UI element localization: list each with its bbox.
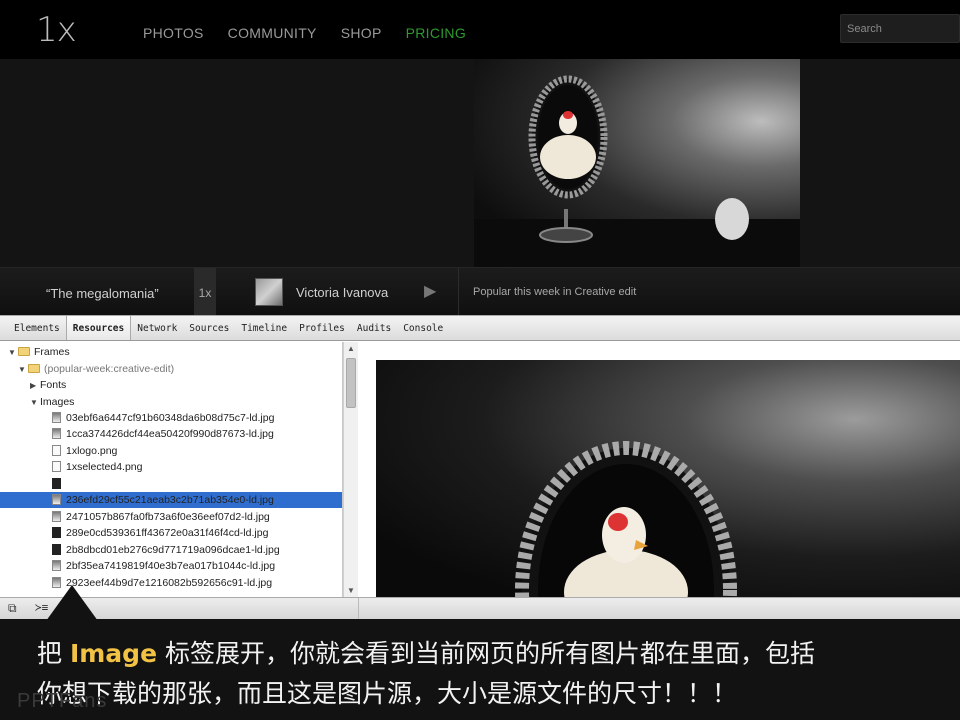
tree-item-label: Frames [34, 346, 70, 358]
tree-item-images[interactable]: ▼ Images [30, 394, 74, 410]
scroll-up-icon[interactable]: ▲ [347, 344, 355, 353]
photo-context[interactable]: Popular this week in Creative edit [473, 286, 636, 298]
image-preview-pane [358, 342, 960, 597]
image-file-icon [52, 560, 61, 571]
image-file-row[interactable]: 03ebf6a6447cf91b60348da6b08d75c7-ld.jpg [52, 410, 274, 426]
dock-toggle-icon[interactable]: ⧉ [8, 601, 17, 616]
file-name: 289e0cd539361ff43672e0a31f46f4cd-ld.jpg [66, 527, 269, 539]
tab-console[interactable]: Console [397, 316, 449, 340]
photo-info-bar: “The megalomania” 1x Victoria Ivanova ▶ … [0, 267, 960, 316]
image-file-icon [52, 445, 61, 456]
tree-item-label: Images [40, 396, 75, 408]
image-file-row[interactable]: 236efd29cf55c21aeab3c2b71ab354e0-ld.jpg [52, 492, 274, 508]
devtools-status-bar: ⧉ ≻≡ [0, 597, 960, 620]
file-name: 2471057b867fa0fb73a6f0e36eef07d2-ld.jpg [66, 511, 270, 523]
image-file-icon [52, 527, 61, 538]
file-name: 236efd29cf55c21aeab3c2b71ab354e0-hd2.jpg [66, 478, 292, 490]
site-header: 1x PHOTOS COMMUNITY SHOP PRICING [0, 0, 960, 59]
file-name: 236efd29cf55c21aeab3c2b71ab354e0-ld.jpg [66, 494, 274, 506]
scroll-down-icon[interactable]: ▼ [347, 586, 355, 595]
image-file-icon [52, 478, 61, 489]
nav-photos[interactable]: PHOTOS [143, 25, 204, 41]
nav-pricing[interactable]: PRICING [406, 25, 466, 41]
image-file-row[interactable]: 1xselected4.png [52, 459, 142, 475]
image-file-icon [52, 544, 61, 555]
nav-community[interactable]: COMMUNITY [228, 25, 317, 41]
divider [458, 268, 459, 316]
tab-sources[interactable]: Sources [183, 316, 235, 340]
tab-profiles[interactable]: Profiles [293, 316, 351, 340]
image-file-row[interactable]: 2bf35ea7419819f40e3b7ea017b1044c-ld.jpg [52, 558, 275, 574]
devtools-tabs: Elements Resources Network Sources Timel… [0, 315, 960, 341]
callout-pointer [46, 585, 98, 621]
collapsed-arrow-icon[interactable]: ▶ [30, 378, 40, 394]
scrollbar-thumb[interactable] [346, 358, 356, 408]
tab-audits[interactable]: Audits [351, 316, 397, 340]
file-name: 03ebf6a6447cf91b60348da6b08d75c7-ld.jpg [66, 412, 275, 424]
tree-item-label: Fonts [40, 379, 67, 391]
author-avatar[interactable] [255, 278, 283, 306]
site-logo[interactable]: 1x [36, 10, 77, 50]
featured-photo[interactable] [474, 59, 800, 267]
folder-icon [28, 364, 40, 373]
resources-tree: ▼ Frames ▼ (popular-week:creative-edit) ▶ F… [0, 342, 343, 597]
file-name: 1xselected4.png [66, 461, 143, 473]
caption-text: 标签展开，你就会看到当前网页的所有图片都在里面，包括 [157, 639, 815, 668]
image-file-row[interactable]: 2471057b867fa0fb73a6f0e36eef07d2-ld.jpg [52, 509, 270, 525]
file-name: 1cca374426dcf44ea50420f990d87673-ld.jpg [66, 428, 274, 440]
file-name: 2bf35ea7419819f40e3b7ea017b1044c-ld.jpg [66, 560, 276, 572]
image-file-row-selected[interactable]: 236efd29cf55c21aeab3c2b71ab354e0-hd2.jpg [52, 476, 291, 492]
tab-network[interactable]: Network [131, 316, 183, 340]
image-file-row[interactable]: 1xlogo.png [52, 443, 117, 459]
image-file-icon [52, 511, 61, 522]
tree-scrollbar[interactable]: ▲ ▼ [343, 342, 358, 597]
tab-resources[interactable]: Resources [65, 316, 132, 340]
play-icon[interactable]: ▶ [424, 281, 436, 301]
hero-area [0, 59, 960, 267]
caption-text: 把 [37, 639, 70, 668]
tab-elements[interactable]: Elements [8, 316, 66, 340]
file-name: 2b8dbcd01eb276c9d771719a096dcae1-ld.jpg [66, 544, 280, 556]
search-input[interactable] [840, 14, 960, 43]
image-file-icon [52, 412, 61, 423]
tree-item-fonts[interactable]: ▶ Fonts [30, 377, 66, 393]
photo-illustration [474, 75, 800, 267]
folder-icon [18, 347, 30, 356]
image-file-icon [52, 461, 61, 472]
caption-highlight: Image [69, 639, 158, 668]
image-file-icon [52, 428, 61, 439]
image-file-row[interactable]: 289e0cd539361ff43672e0a31f46f4cd-ld.jpg [52, 525, 268, 541]
image-file-row[interactable]: 1cca374426dcf44ea50420f990d87673-ld.jpg [52, 426, 274, 442]
nav-shop[interactable]: SHOP [341, 25, 382, 41]
onex-badge[interactable]: 1x [194, 268, 216, 316]
file-name: 1xlogo.png [66, 445, 118, 457]
caption-line-1: 把 Image 标签展开，你就会看到当前网页的所有图片都在里面，包括 [37, 634, 815, 670]
photo-title: “The megalomania” [46, 286, 159, 301]
preview-image [376, 360, 960, 597]
tree-item-label: (popular-week:creative-edit) [44, 363, 175, 375]
main-nav: PHOTOS COMMUNITY SHOP PRICING [143, 25, 466, 41]
author-name[interactable]: Victoria Ivanova [296, 285, 388, 300]
expand-arrow-icon[interactable]: ▼ [30, 395, 40, 411]
caption-line-2: 你想下载的那张，而且这是图片源，大小是源文件的尺寸！！！ [37, 679, 738, 708]
devtools-panel: Elements Resources Network Sources Timel… [0, 315, 960, 597]
preview-illustration [515, 441, 737, 597]
expand-arrow-icon[interactable]: ▼ [18, 362, 28, 378]
image-file-row[interactable]: 2b8dbcd01eb276c9d771719a096dcae1-ld.jpg [52, 542, 280, 558]
watermark: PPTFans [17, 690, 108, 712]
tree-item-frames[interactable]: ▼ Frames [8, 344, 70, 360]
tab-timeline[interactable]: Timeline [235, 316, 293, 340]
expand-arrow-icon[interactable]: ▼ [8, 345, 18, 361]
image-file-icon [52, 494, 61, 505]
divider [358, 598, 359, 620]
tree-item-frame[interactable]: ▼ (popular-week:creative-edit) [18, 361, 174, 377]
